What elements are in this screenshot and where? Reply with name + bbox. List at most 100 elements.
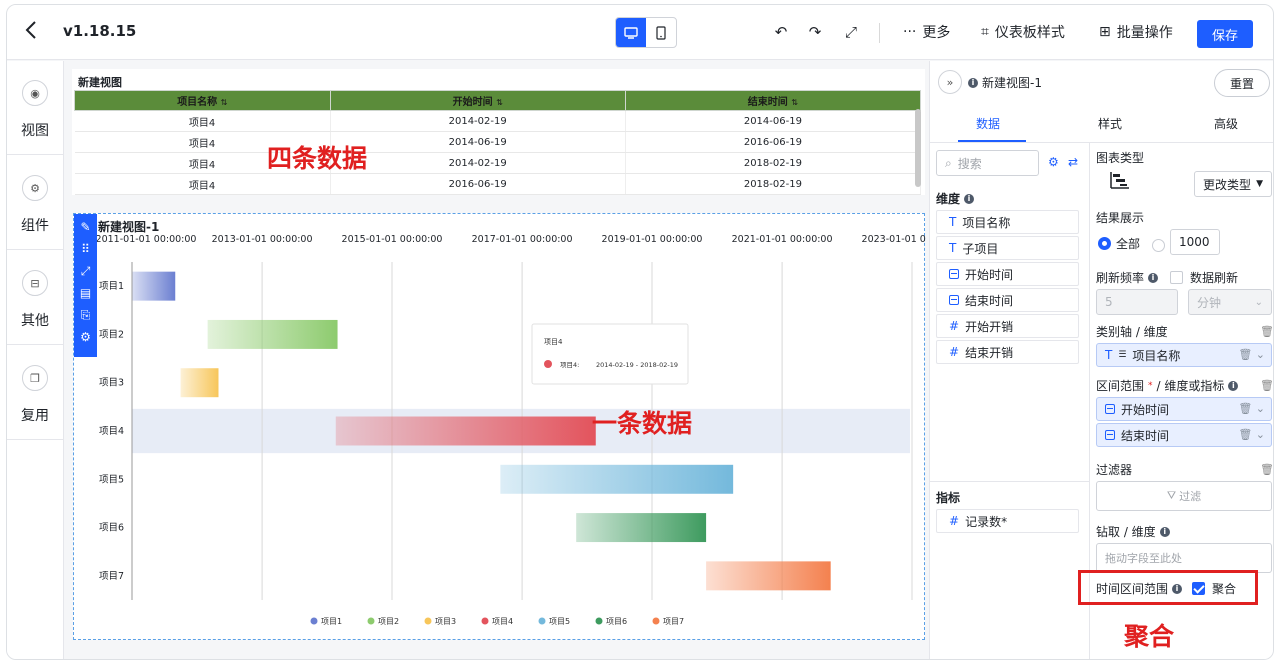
field-item-record-count[interactable]: # 记录数*: [936, 509, 1079, 533]
pill-menu-icon: 🗑 ⌄: [1238, 348, 1265, 361]
field-item-start-cost[interactable]: # 开始开销: [936, 314, 1079, 338]
refresh-value-input[interactable]: 5: [1096, 289, 1178, 315]
table-row: 项目4 2014-02-19 2018-02-19: [74, 152, 922, 174]
field-item-project-name[interactable]: T 项目名称: [936, 210, 1079, 234]
dashboard-canvas: 新建视图 项目名称 ⇅ 开始时间 ⇅ 结束时间 ⇅ 项目4 2014-02-19 2…: [65, 61, 929, 659]
y-category-label: 项目5: [99, 474, 124, 485]
drag-icon[interactable]: ⠿: [77, 240, 95, 258]
field-item-end-cost[interactable]: # 结束开销: [936, 340, 1079, 364]
dashboard-style-button[interactable]: ⌗ 仪表板样式: [981, 22, 1065, 42]
component-edit-toolbar: ✎ ⠿ ⤢ ▤ ⎘ ⚙: [74, 214, 97, 357]
field-search-input[interactable]: ⌕ 搜索: [936, 150, 1039, 176]
expand-icon[interactable]: ⤢: [77, 262, 95, 280]
refresh-unit-select[interactable]: 分钟 ⌄: [1188, 289, 1272, 315]
gantt-view-card[interactable]: 2011-01-01 00:00:00 2013-01-01 00:00:00 20…: [73, 213, 926, 640]
trash-icon[interactable]: 🗑: [1260, 325, 1273, 338]
range-field-start-pill[interactable]: 开始时间 🗑 ⌄: [1096, 397, 1272, 421]
info-icon: i: [1159, 526, 1170, 537]
number-type-icon: #: [949, 345, 960, 359]
gantt-chart: 2011-01-01 00:00:00 2013-01-01 00:00:00 20…: [96, 234, 926, 626]
legend-label: 项目6: [606, 617, 627, 626]
filter-icon: ⛛: [1166, 489, 1177, 502]
data-table: 项目名称 ⇅ 开始时间 ⇅ 结束时间 ⇅ 项目4 2014-02-19 2014-0…: [74, 90, 922, 195]
sidebar-item-other[interactable]: ⊟ 其他: [7, 251, 63, 345]
result-count-input[interactable]: 1000: [1170, 229, 1220, 255]
edit-icon[interactable]: ✎: [77, 218, 95, 236]
category-field-pill[interactable]: T ☰ 项目名称 🗑 ⌄: [1096, 343, 1272, 367]
legend-marker: [367, 617, 375, 625]
sidebar-item-reuse[interactable]: ❐ 复用: [7, 346, 63, 440]
field-item-subproject[interactable]: T 子项目: [936, 236, 1079, 260]
filter-drop-zone[interactable]: ⛛ 过滤: [1096, 481, 1272, 511]
export-icon[interactable]: ⎘: [77, 306, 95, 324]
table-scrollbar[interactable]: [915, 109, 921, 187]
legend-label: 项目4: [492, 617, 513, 626]
y-category-label: 项目6: [99, 523, 124, 534]
fullscreen-icon[interactable]: ⤢: [841, 21, 861, 43]
trash-icon[interactable]: 🗑: [1260, 379, 1273, 392]
drill-drop-zone[interactable]: 拖动字段至此处: [1096, 543, 1272, 573]
x-tick-label: 2023-01-01 00:00:00: [862, 234, 926, 245]
column-header-end[interactable]: 结束时间 ⇅: [624, 90, 922, 111]
gantt-bar: [180, 368, 219, 398]
more-button[interactable]: ··· 更多: [903, 22, 950, 42]
info-icon: i: [968, 77, 978, 88]
text-type-icon: T: [1105, 348, 1113, 362]
result-count-radio[interactable]: [1152, 235, 1165, 254]
sidebar-item-view[interactable]: ◉ 视图: [7, 61, 63, 155]
field-settings-icon[interactable]: ⚙: [1048, 155, 1059, 169]
back-icon[interactable]: [25, 20, 45, 44]
detail-icon[interactable]: ▤: [77, 284, 95, 302]
device-toggle: [615, 17, 677, 48]
gantt-bar: [706, 561, 831, 591]
gantt-chart-type-icon[interactable]: [1110, 171, 1130, 193]
desktop-view-button[interactable]: [616, 18, 646, 47]
data-refresh-checkbox[interactable]: [1170, 271, 1184, 284]
mobile-view-button[interactable]: [646, 18, 676, 47]
tab-advanced[interactable]: 高级: [1214, 115, 1238, 132]
collapse-panel-icon[interactable]: »: [938, 70, 962, 94]
date-type-icon: [1105, 430, 1115, 440]
gantt-bar: [335, 416, 596, 446]
dimension-section-label: 维度 i: [936, 190, 975, 207]
field-item-start-time[interactable]: 开始时间: [936, 262, 1079, 286]
reset-button[interactable]: 重置: [1214, 69, 1270, 97]
legend-marker: [310, 617, 318, 625]
settings-icon[interactable]: ⚙: [77, 328, 95, 346]
x-tick-label: 2015-01-01 00:00:00: [342, 234, 443, 245]
batch-operation-button[interactable]: ⊞ 批量操作: [1099, 22, 1173, 42]
annotation-one-row: 一条数据: [592, 409, 693, 438]
column-header-start[interactable]: 开始时间 ⇅: [329, 90, 626, 111]
range-field-end-pill[interactable]: 结束时间 🗑 ⌄: [1096, 423, 1272, 447]
other-icon: ⊟: [22, 270, 48, 296]
tooltip-series: 项目4:: [560, 361, 579, 369]
redo-icon[interactable]: ↷: [805, 21, 825, 43]
legend-label: 项目7: [663, 617, 684, 626]
trash-icon[interactable]: 🗑: [1260, 463, 1273, 476]
legend-marker: [481, 617, 489, 625]
change-type-select[interactable]: 更改类型 ▼: [1194, 171, 1272, 197]
section-splitter[interactable]: [930, 481, 1089, 482]
field-item-end-time[interactable]: 结束时间: [936, 288, 1079, 312]
save-button[interactable]: 保存: [1197, 20, 1253, 48]
legend-marker: [424, 617, 432, 625]
view-icon: ◉: [22, 80, 48, 106]
sidebar-item-component[interactable]: ⚙ 组件: [7, 156, 63, 250]
tab-data[interactable]: 数据: [976, 115, 1000, 132]
panel-title: i 新建视图-1: [968, 74, 1042, 91]
toolbar-divider: [879, 23, 880, 43]
gantt-bar: [207, 319, 338, 349]
undo-icon[interactable]: ↶: [771, 21, 791, 43]
gantt-bar: [500, 464, 734, 494]
panel-tabs: 数据 样式 高级: [930, 103, 1273, 143]
legend-label: 项目1: [321, 617, 342, 626]
gantt-bar: [132, 271, 176, 301]
tab-style[interactable]: 样式: [1098, 115, 1122, 132]
refresh-frequency-label: 刷新频率 i 数据刷新: [1096, 271, 1239, 285]
table-view-title: 新建视图: [78, 76, 122, 89]
table-view-card[interactable]: 新建视图 项目名称 ⇅ 开始时间 ⇅ 结束时间 ⇅ 项目4 2014-02-19 2…: [72, 69, 925, 195]
y-category-label: 项目1: [99, 281, 124, 292]
swap-icon[interactable]: ⇄: [1068, 155, 1078, 169]
result-all-radio[interactable]: 全部: [1098, 235, 1140, 252]
column-header-project[interactable]: 项目名称 ⇅: [74, 90, 331, 111]
